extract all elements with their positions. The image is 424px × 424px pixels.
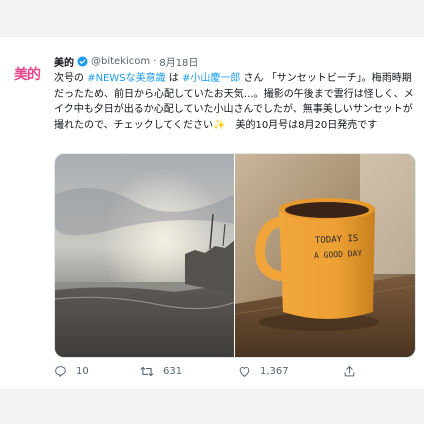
- heart-icon: [239, 366, 250, 377]
- tweet-date[interactable]: 8月18日: [159, 54, 198, 69]
- reply-icon: [55, 365, 66, 377]
- separator-dot: ·: [153, 55, 157, 67]
- share-button[interactable]: [343, 365, 356, 378]
- share-icon: [344, 365, 355, 376]
- tweet-text: 次号の #NEWSな美意識 は #小山慶一郎 さん 「サンセットビーチ」。梅雨時…: [54, 71, 416, 133]
- tweet-content: 美的 @bitekicom · 8月18日 次号の #NEWSな美意識 は #小…: [54, 54, 416, 133]
- tweet-actions: 10 631 1,367: [54, 362, 374, 380]
- retweet-button[interactable]: 631: [140, 365, 182, 378]
- author-name[interactable]: 美的: [54, 54, 74, 69]
- like-count: 1,367: [260, 365, 289, 377]
- mug-photo[interactable]: TODAY IS A GOOD DAY: [235, 154, 415, 357]
- like-button[interactable]: 1,367: [238, 365, 289, 378]
- retweet-count: 631: [163, 365, 183, 377]
- reply-count: 10: [76, 365, 89, 377]
- verified-badge-icon: [77, 55, 88, 67]
- retweet-icon: [140, 366, 154, 376]
- tweet-card[interactable]: 美的 美的 @bitekicom · 8月18日 次号の #NEWSな美意識 は…: [0, 36, 424, 390]
- avatar[interactable]: 美的: [9, 56, 45, 92]
- hashtag-koyama-keiichiro[interactable]: #小山慶一郎: [182, 73, 240, 84]
- author-handle[interactable]: @bitekicom: [91, 56, 150, 67]
- tweet-header: 美的 @bitekicom · 8月18日: [54, 54, 416, 69]
- beach-photo[interactable]: [55, 154, 234, 357]
- text-segment: 次号の: [54, 73, 88, 84]
- reply-button[interactable]: 10: [54, 365, 89, 378]
- hashtag-news-biishiki[interactable]: #NEWSな美意識: [87, 73, 165, 84]
- tweet-media: TODAY IS A GOOD DAY: [54, 153, 416, 358]
- text-segment: は: [165, 73, 182, 84]
